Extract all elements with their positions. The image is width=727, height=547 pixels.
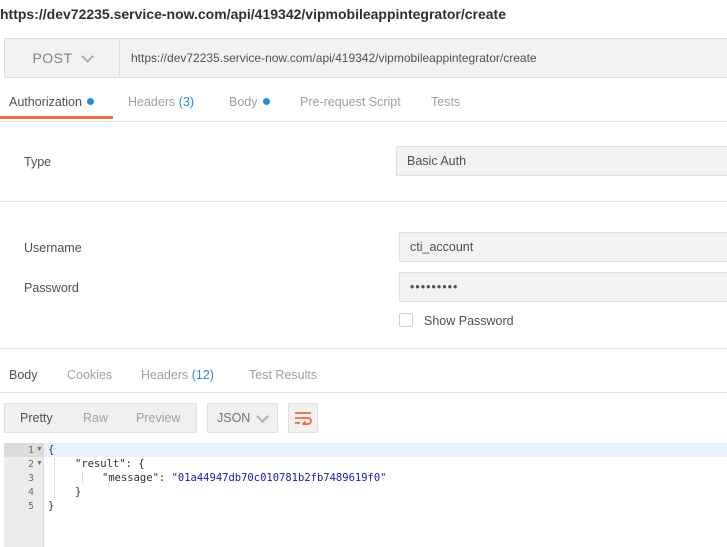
divider [0, 348, 727, 349]
wrap-lines-button[interactable] [288, 403, 318, 433]
show-password-label: Show Password [424, 314, 514, 328]
show-password-checkbox[interactable] [399, 313, 413, 327]
line-number: 4 [27, 487, 34, 498]
method-select[interactable]: POST [5, 39, 120, 77]
code-line: { [48, 444, 55, 456]
tab-count: (3) [178, 95, 195, 109]
code-line: "message": "01a44947db70c010781b2fb74896… [102, 472, 387, 484]
username-label: Username [24, 241, 82, 255]
view-mode-group: Pretty Raw Preview [4, 403, 197, 433]
password-label: Password [24, 281, 79, 295]
json-string-value: "01a44947db70c010781b2fb7489619f0" [171, 472, 387, 484]
code-line: } [48, 500, 55, 512]
tab-label: Tests [431, 95, 461, 109]
response-tab-cookies[interactable]: Cookies [67, 368, 112, 382]
json-key: "message" [102, 472, 159, 484]
wrap-lines-icon [295, 412, 312, 425]
raw-button[interactable]: Raw [83, 411, 108, 425]
response-tab-body[interactable]: Body [9, 368, 38, 382]
tab-label: Headers [141, 368, 189, 382]
tab-authorization[interactable]: Authorization [9, 95, 94, 109]
type-label: Type [24, 155, 52, 169]
line-number: 2 [27, 459, 34, 470]
request-title: https://dev72235.service-now.com/api/419… [0, 6, 507, 22]
tab-tests[interactable]: Tests [431, 95, 460, 109]
password-field[interactable]: ••••••••• [399, 272, 727, 302]
auth-type-select[interactable]: Basic Auth [396, 146, 727, 176]
chevron-down-icon [256, 409, 270, 423]
code-line: "result": { [75, 458, 145, 470]
indent-guide [54, 458, 55, 498]
line-number: 1 [27, 445, 34, 456]
tab-label: Authorization [9, 95, 82, 109]
format-select[interactable]: JSON [207, 403, 278, 433]
response-tab-test-results[interactable]: Test Results [249, 368, 317, 382]
preview-button[interactable]: Preview [136, 411, 180, 425]
line-number: 3 [27, 473, 34, 484]
modified-dot-icon [262, 98, 270, 105]
divider [0, 392, 727, 393]
divider [0, 201, 727, 202]
indent-guide [82, 472, 83, 484]
modified-dot-icon [86, 98, 94, 105]
tab-body[interactable]: Body [229, 95, 270, 109]
username-field[interactable]: cti_account [399, 232, 727, 262]
format-label: JSON [217, 411, 251, 425]
url-input[interactable]: https://dev72235.service-now.com/api/419… [131, 51, 537, 65]
pretty-button[interactable]: Pretty [20, 411, 53, 425]
tab-count: (12) [191, 368, 214, 382]
fold-arrow-icon[interactable]: ▼ [36, 460, 43, 467]
response-body-editor[interactable]: { "result": { "message": "01a44947db70c0… [44, 443, 727, 547]
tab-headers[interactable]: Headers (3) [128, 95, 194, 109]
fold-arrow-icon[interactable]: ▼ [36, 446, 43, 453]
response-tab-headers[interactable]: Headers (12) [141, 368, 214, 382]
method-label: POST [32, 50, 73, 66]
line-numbers: 1 ▼ 2 ▼ 3 4 5 [4, 443, 44, 547]
chevron-down-icon [80, 49, 94, 63]
json-separator: : [158, 472, 172, 484]
tab-label: Pre-request Script [300, 95, 401, 109]
active-tab-indicator [0, 116, 113, 119]
line-number: 5 [27, 501, 34, 512]
tab-label: Headers [128, 95, 176, 109]
tab-label: Body [229, 95, 258, 109]
tab-pre-request-script[interactable]: Pre-request Script [300, 95, 401, 109]
code-line: } [75, 486, 82, 498]
